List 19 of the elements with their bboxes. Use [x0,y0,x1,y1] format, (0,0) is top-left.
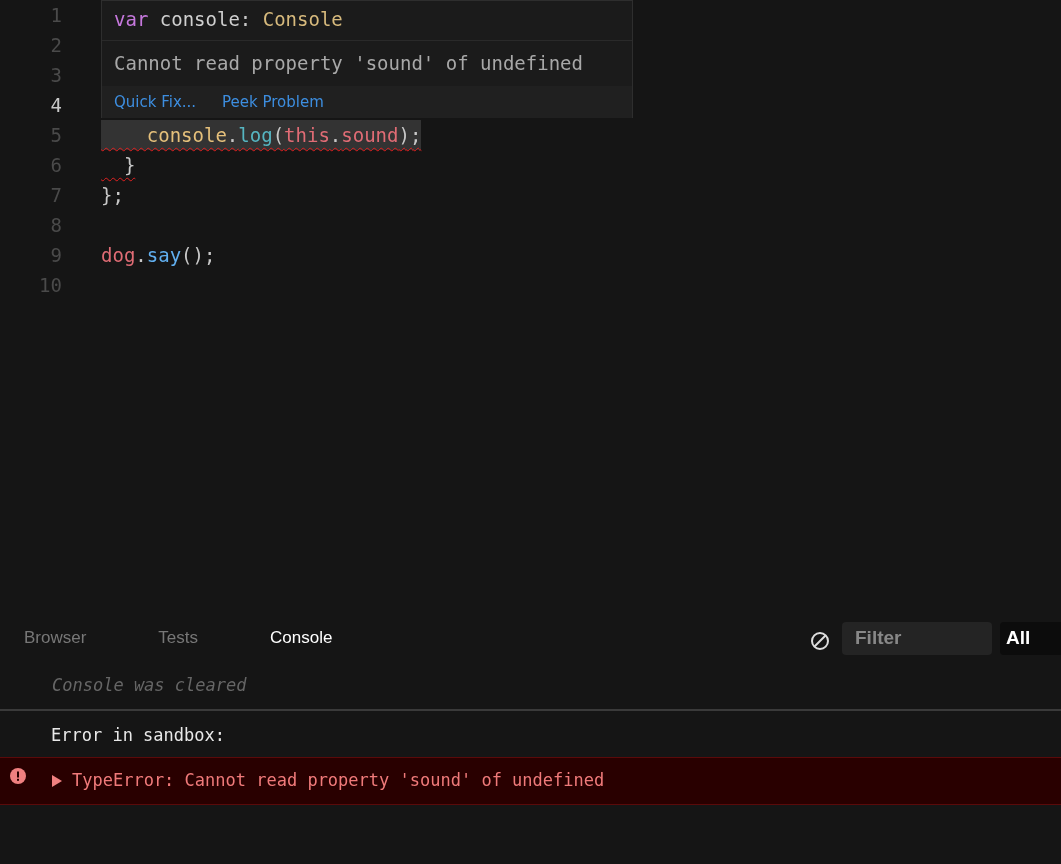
code-line: } [122,153,136,178]
action-link[interactable]: Quick Fix... [114,90,197,114]
code-line: }; [101,183,124,208]
error-message: Cannot read property 'sound' of undefined [113,51,584,76]
error-icon [10,768,26,784]
caret-icon[interactable] [51,775,63,787]
clear-icon[interactable] [810,631,830,651]
panel-tab[interactable]: Browser [24,625,87,651]
console-message: Console was cleared [0,661,1061,711]
error-text: TypeError: Cannot read property 'sound' of undefined [72,769,605,793]
code-line: dog.say(); [101,243,216,268]
action-link[interactable]: Peek Problem [222,90,324,114]
level-select[interactable]: All [1000,621,1061,655]
console-message: Error in sandbox: [50,724,226,747]
type-signature: var console: Console [102,1,632,41]
filter-field[interactable]: Filter [842,621,992,655]
panel-tab[interactable]: Tests [158,625,199,651]
line-number: 4 [49,93,62,118]
panel-tab[interactable]: Console [270,625,333,651]
